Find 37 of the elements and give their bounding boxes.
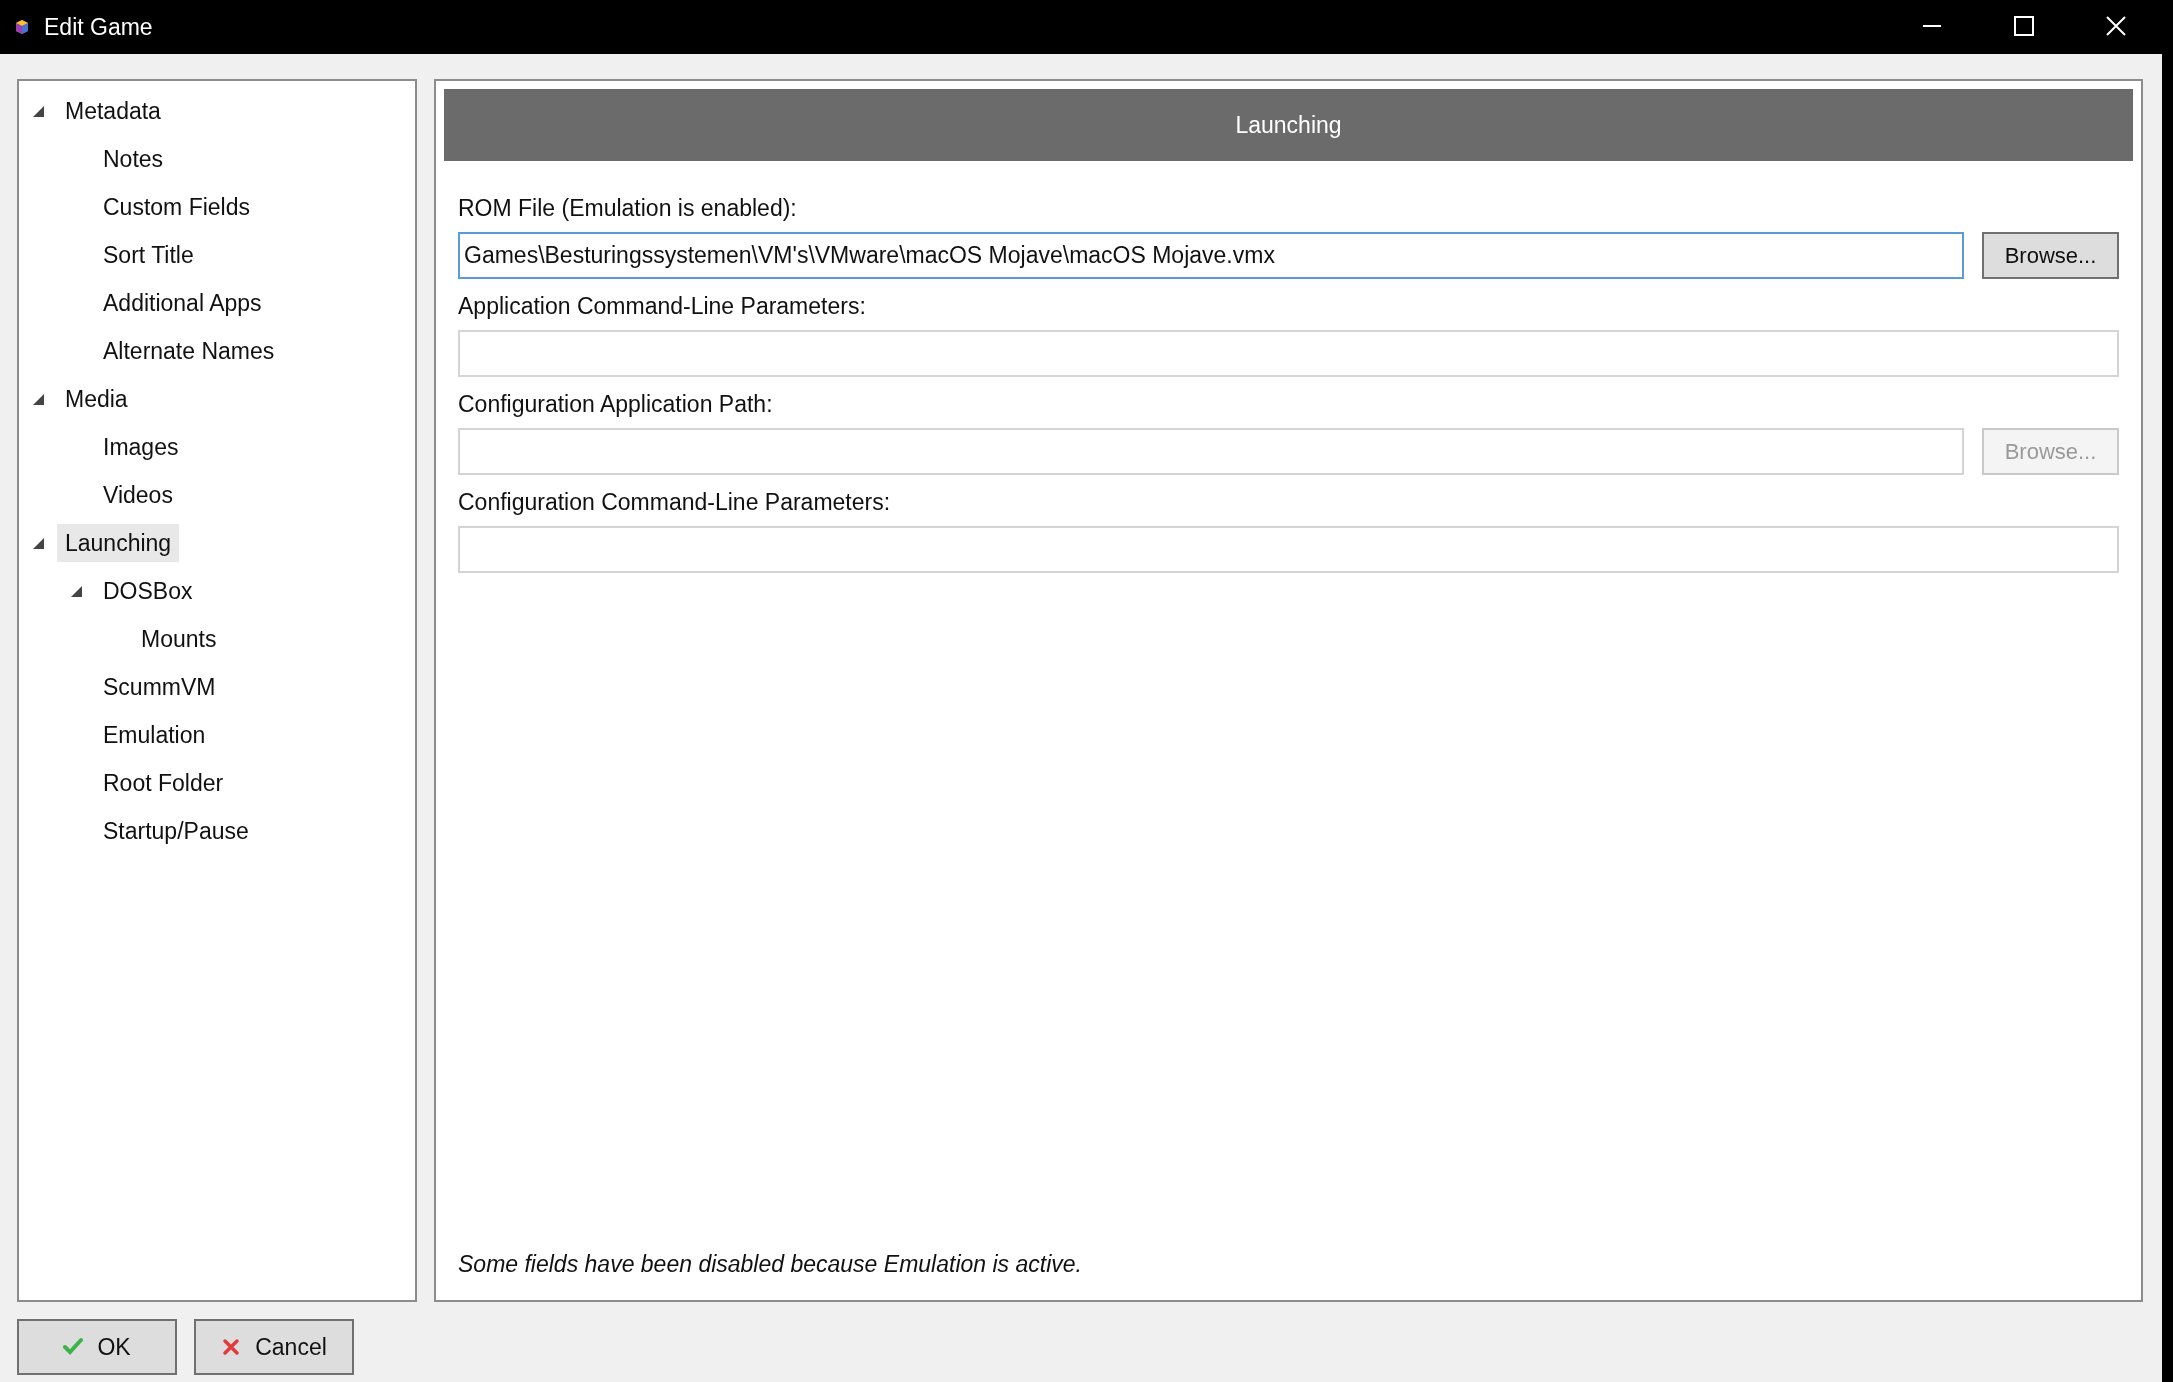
tree-item[interactable]: Sort Title (95, 236, 202, 274)
tree-item[interactable]: Additional Apps (95, 284, 270, 322)
tree-item[interactable]: Media (57, 380, 136, 418)
tree-item[interactable]: ScummVM (95, 668, 224, 706)
info-note: Some fields have been disabled because Emulation is active. (458, 1251, 1082, 1278)
section-header: Launching (444, 89, 2133, 161)
field-label: ROM File (Emulation is enabled): (458, 195, 797, 222)
field-label: Application Command-Line Parameters: (458, 293, 866, 320)
collapse-arrow-icon[interactable] (31, 104, 45, 118)
tree-item[interactable]: Metadata (57, 92, 169, 130)
window-title: Edit Game (44, 13, 154, 41)
tree-item[interactable]: Images (95, 428, 187, 466)
input-field[interactable] (458, 428, 1964, 475)
field-label: Configuration Application Path: (458, 391, 773, 418)
tree-item[interactable]: Root Folder (95, 764, 232, 802)
collapse-arrow-icon[interactable] (69, 584, 83, 598)
collapse-arrow-icon[interactable] (31, 536, 45, 550)
input-field[interactable] (458, 330, 2119, 377)
dialog-button[interactable]: OK (17, 1319, 177, 1375)
check-icon (63, 1337, 84, 1357)
tree-item[interactable]: Alternate Names (95, 332, 283, 370)
tree-item[interactable]: Mounts (133, 620, 225, 658)
app-icon (14, 19, 30, 35)
tree-item[interactable]: Custom Fields (95, 188, 258, 226)
tree-item[interactable]: DOSBox (95, 572, 201, 610)
input-field[interactable]: Games\Besturingssystemen\VM's\VMware\macOS Mojave\macOS Mojave.vmx (458, 232, 1964, 279)
dialog-button[interactable]: Cancel (194, 1319, 354, 1375)
cross-icon (221, 1337, 242, 1357)
tree-item[interactable]: Notes (95, 140, 172, 178)
tree-item[interactable]: Videos (95, 476, 181, 514)
tree-item[interactable]: Startup/Pause (95, 812, 257, 850)
input-field[interactable] (458, 526, 2119, 573)
browse-button[interactable]: Browse... (1982, 232, 2119, 279)
collapse-arrow-icon[interactable] (31, 392, 45, 406)
field-label: Configuration Command-Line Parameters: (458, 489, 891, 516)
tree-item[interactable]: Emulation (95, 716, 214, 754)
tree-item[interactable]: Launching (57, 524, 180, 562)
